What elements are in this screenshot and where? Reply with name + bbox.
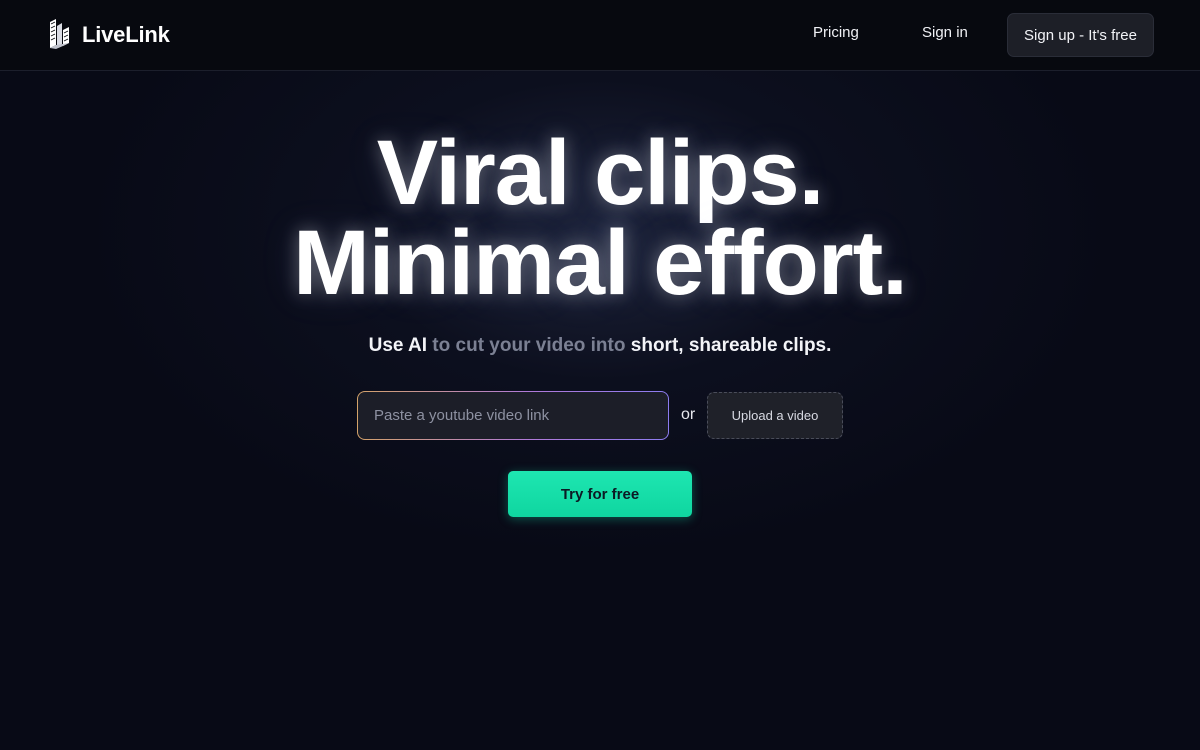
livelink-logo-icon <box>47 18 73 52</box>
nav-link-sign-in[interactable]: Sign in <box>922 24 968 41</box>
hero-subtitle: Use AI to cut your video into short, sha… <box>0 335 1200 357</box>
brand-name: LiveLink <box>82 22 170 47</box>
try-for-free-button[interactable]: Try for free <box>508 471 692 517</box>
subtitle-part-1: Use AI <box>368 335 428 356</box>
hero-title-line-2: Minimal effort. <box>293 212 908 314</box>
brand[interactable]: LiveLink <box>47 17 170 53</box>
or-separator: or <box>681 406 696 423</box>
nav-link-pricing[interactable]: Pricing <box>813 24 859 41</box>
url-input-frame <box>357 391 669 440</box>
hero-title: Viral clips. Minimal effort. <box>0 122 1200 314</box>
upload-video-button[interactable]: Upload a video <box>707 392 843 439</box>
landing-page: LiveLink Pricing Sign in Sign up - It's … <box>0 0 1200 750</box>
subtitle-part-2: to cut your video into <box>427 335 631 356</box>
hero-title-line-1: Viral clips. <box>376 122 825 224</box>
youtube-url-input[interactable] <box>358 392 668 439</box>
top-navbar: LiveLink Pricing Sign in Sign up - It's … <box>0 0 1200 71</box>
subtitle-part-3: short, shareable clips. <box>630 335 832 356</box>
signup-button[interactable]: Sign up - It's free <box>1007 13 1154 57</box>
